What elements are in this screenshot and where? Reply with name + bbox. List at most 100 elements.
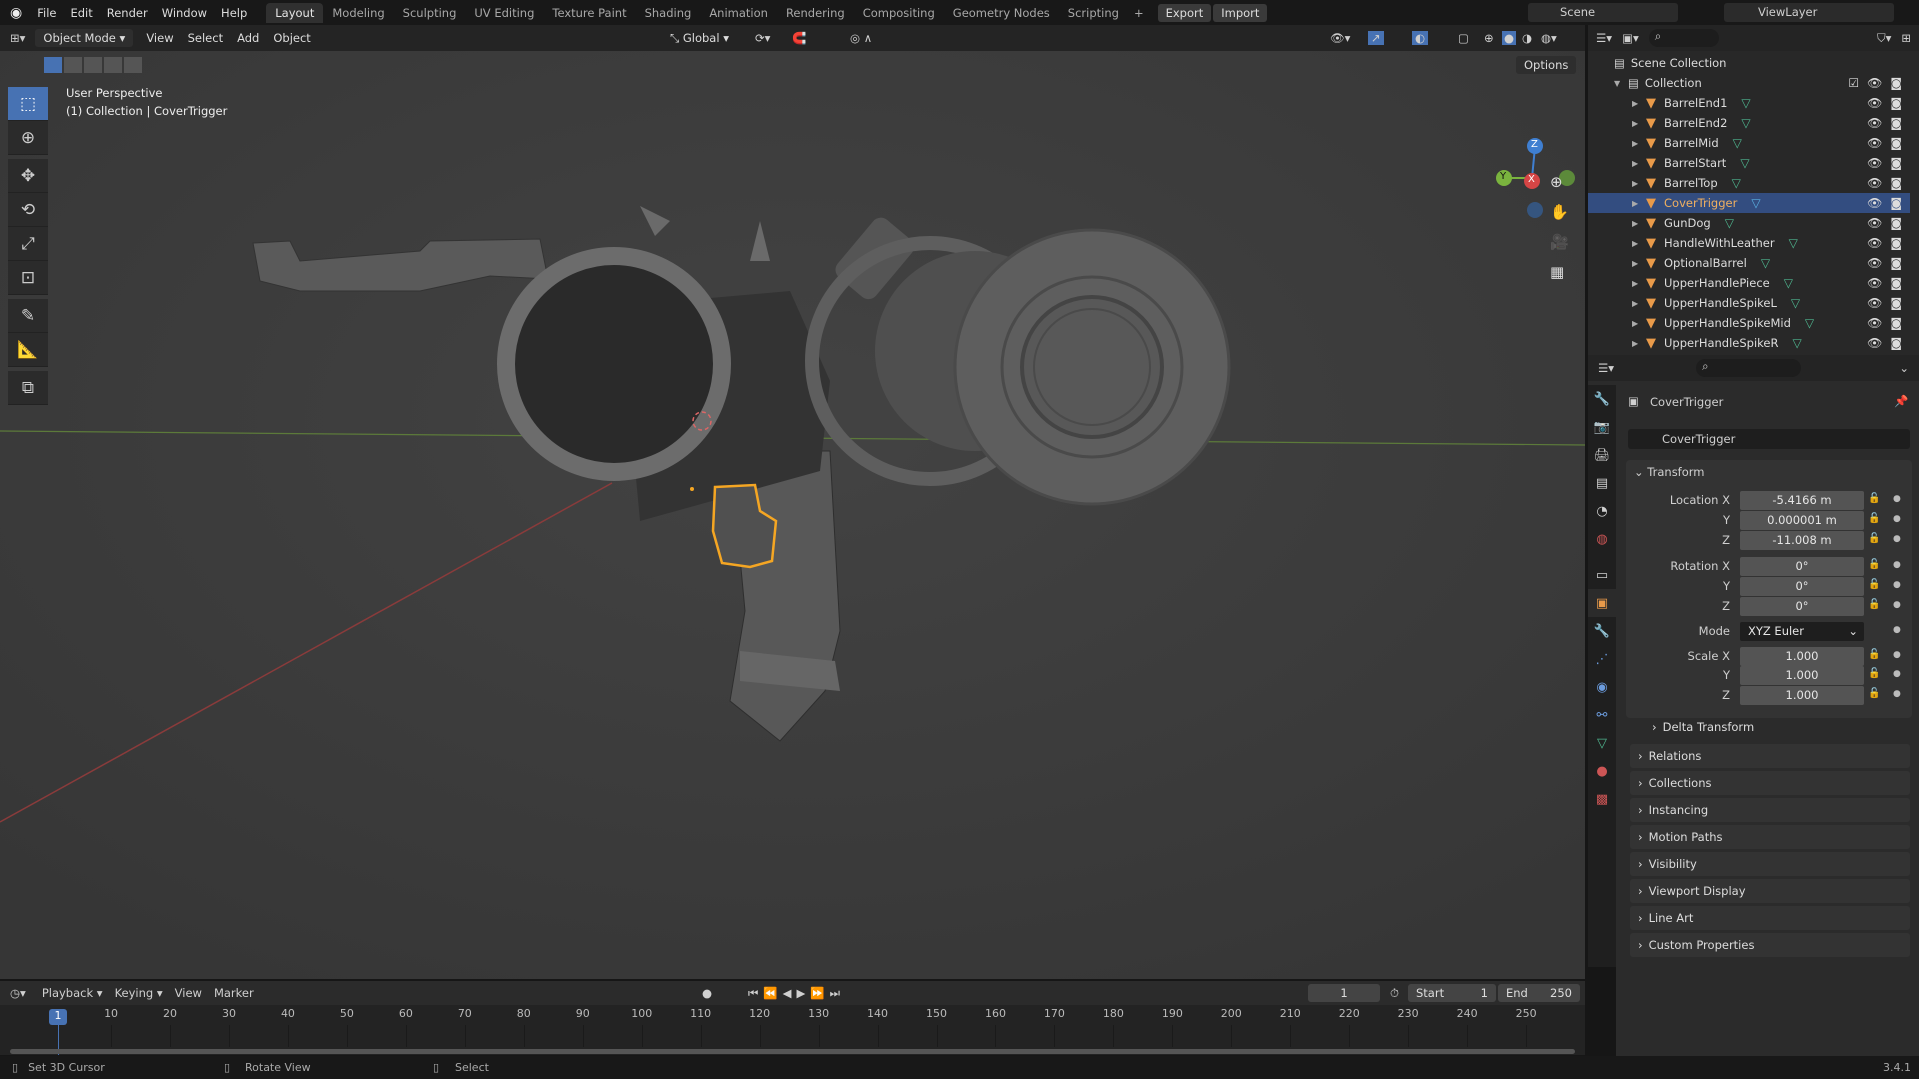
value-field[interactable]: 0° — [1740, 557, 1864, 576]
camera-icon[interactable]: ◙ — [1890, 176, 1902, 190]
mode-selector[interactable]: Object Mode ▾ — [35, 29, 134, 47]
panel-delta-transform[interactable]: › Delta Transform — [1644, 715, 1919, 739]
new-collection-icon[interactable]: ⊞ — [1901, 31, 1911, 45]
camera-icon[interactable]: ◙ — [1890, 156, 1902, 170]
eye-icon[interactable]: 👁 — [1867, 76, 1882, 90]
expand-icon[interactable]: ▶ — [1632, 319, 1646, 328]
menu-select[interactable]: Select — [181, 31, 230, 45]
select-invert-icon[interactable] — [104, 57, 122, 73]
constraints-tab-icon[interactable]: ⚯ — [1588, 701, 1616, 729]
menu-view[interactable]: View — [139, 31, 180, 45]
lock-icon[interactable]: 🔓 — [1868, 579, 1880, 590]
keyframe-dot-icon[interactable]: ● — [1893, 625, 1901, 635]
blender-logo-icon[interactable]: ◉ — [0, 5, 30, 21]
workspace-tab-animation[interactable]: Animation — [700, 3, 777, 23]
menu-keying[interactable]: Keying ▾ — [109, 986, 169, 1000]
editor-type-icon[interactable]: ◷▾ — [0, 986, 36, 1000]
proportional-edit-icon[interactable]: ◎ ∧ — [850, 31, 872, 45]
value-field[interactable]: 0° — [1740, 597, 1864, 616]
object-tab-icon[interactable]: ▣ — [1588, 589, 1616, 617]
pan-hand-icon[interactable]: ✋ — [1550, 203, 1569, 221]
gizmo-toggle-icon[interactable]: ↗ — [1368, 31, 1384, 45]
value-field[interactable]: 0.000001 m — [1740, 511, 1864, 530]
mesh-data-icon[interactable]: ▽ — [1741, 116, 1750, 130]
select-subtract-icon[interactable] — [84, 57, 102, 73]
menu-object[interactable]: Object — [266, 31, 317, 45]
expand-icon[interactable]: ▶ — [1632, 279, 1646, 288]
camera-view-icon[interactable]: 🎥 — [1550, 233, 1569, 251]
panel-custom-properties[interactable]: › Custom Properties — [1630, 933, 1910, 957]
outliner-item[interactable]: ▶ ▼ UpperHandleSpikeL ▽ 👁 ◙ — [1588, 293, 1910, 313]
mesh-data-icon[interactable]: ▽ — [1732, 176, 1741, 190]
camera-icon[interactable]: ◙ — [1890, 196, 1902, 210]
eye-icon[interactable]: 👁 — [1867, 316, 1882, 330]
panel-collections[interactable]: › Collections — [1630, 771, 1910, 795]
outliner-item[interactable]: ▶ ▼ OptionalBarrel ▽ 👁 ◙ — [1588, 253, 1910, 273]
particles-tab-icon[interactable]: ⋰ — [1588, 645, 1616, 673]
expand-icon[interactable]: ▶ — [1632, 219, 1646, 228]
mesh-data-icon[interactable]: ▽ — [1741, 96, 1750, 110]
camera-icon[interactable]: ◙ — [1890, 276, 1902, 290]
eye-icon[interactable]: 👁 — [1867, 296, 1882, 310]
transform-tool-icon[interactable]: ⊡ — [8, 261, 48, 295]
xray-icon[interactable]: ▢ — [1458, 31, 1469, 45]
physics-tab-icon[interactable]: ◉ — [1588, 673, 1616, 701]
material-tab-icon[interactable]: ● — [1588, 757, 1616, 785]
camera-icon[interactable]: ◙ — [1890, 336, 1902, 350]
shading-wireframe-icon[interactable]: ⊕ — [1484, 31, 1494, 45]
eye-icon[interactable]: 👁 — [1867, 176, 1882, 190]
lock-icon[interactable]: 🔓 — [1868, 688, 1880, 699]
pin-icon[interactable]: 📌 — [1894, 394, 1908, 408]
menu-file[interactable]: File — [30, 6, 63, 20]
select-box-tool-icon[interactable]: ⬚ — [8, 87, 48, 121]
lock-icon[interactable]: 🔓 — [1868, 559, 1880, 570]
object-name-field[interactable]: CoverTrigger — [1628, 429, 1910, 449]
value-field[interactable]: 1.000 — [1740, 647, 1864, 666]
camera-icon[interactable]: ◙ — [1890, 136, 1902, 150]
mesh-data-icon[interactable]: ▽ — [1784, 276, 1793, 290]
expand-icon[interactable]: ▶ — [1632, 119, 1646, 128]
frame-indicator[interactable]: 1 — [49, 1009, 67, 1025]
panel-motion-paths[interactable]: › Motion Paths — [1630, 825, 1910, 849]
move-tool-icon[interactable]: ✥ — [8, 159, 48, 193]
keyframe-dot-icon[interactable]: ● — [1893, 514, 1901, 524]
display-mode-icon[interactable]: ▣▾ — [1622, 31, 1639, 45]
mesh-data-icon[interactable]: ▽ — [1791, 296, 1800, 310]
mesh-data-icon[interactable]: ▽ — [1725, 216, 1734, 230]
collection-tab-icon[interactable]: ▭ — [1588, 561, 1616, 589]
select-intersect-icon[interactable] — [124, 57, 142, 73]
workspace-tab-compositing[interactable]: Compositing — [854, 3, 944, 23]
pivot-icon[interactable]: ⟳▾ — [755, 31, 770, 45]
eye-icon[interactable]: 👁 — [1867, 196, 1882, 210]
outliner-item[interactable]: ▶ ▼ HandleWithLeather ▽ 👁 ◙ — [1588, 233, 1910, 253]
eye-icon[interactable]: 👁 — [1867, 156, 1882, 170]
keyframe-dot-icon[interactable]: ● — [1893, 580, 1901, 590]
lock-icon[interactable]: 🔓 — [1868, 513, 1880, 524]
output-tab-icon[interactable]: 🖨 — [1588, 441, 1616, 469]
eye-icon[interactable]: 👁 — [1867, 96, 1882, 110]
camera-icon[interactable]: ◙ — [1890, 76, 1902, 90]
properties-search-input[interactable]: ⌕ — [1696, 359, 1802, 377]
keyframe-dot-icon[interactable]: ● — [1893, 650, 1901, 660]
shading-material-icon[interactable]: ◑ — [1522, 31, 1532, 45]
editor-type-icon[interactable]: ☰▾ — [1598, 361, 1614, 375]
3d-viewport[interactable]: Z Y X ⊕ ✋ 🎥 ▦ Options User Perspective (… — [0, 51, 1585, 979]
filter-icon[interactable]: ⛉▾ — [1877, 31, 1891, 46]
scene-selector[interactable]: Scene — [1528, 3, 1678, 22]
perspective-grid-icon[interactable]: ▦ — [1550, 263, 1569, 281]
export-button[interactable]: Export — [1157, 3, 1212, 22]
mesh-data-icon[interactable]: ▽ — [1740, 156, 1749, 170]
camera-icon[interactable]: ◙ — [1890, 216, 1902, 230]
menu-add[interactable]: Add — [230, 31, 266, 45]
select-new-icon[interactable] — [44, 57, 62, 73]
zoom-icon[interactable]: ⊕ — [1550, 173, 1569, 191]
menu-edit[interactable]: Edit — [63, 6, 99, 20]
menu-help[interactable]: Help — [214, 6, 254, 20]
outliner-item[interactable]: ▶ ▼ CoverTrigger ▽ 👁 ◙ — [1588, 193, 1910, 213]
keyframe-dot-icon[interactable]: ● — [1893, 689, 1901, 699]
view-layer-selector[interactable]: ViewLayer — [1724, 3, 1894, 22]
gizmo-z-label[interactable]: Z — [1531, 139, 1538, 150]
workspace-tab-rendering[interactable]: Rendering — [777, 3, 854, 23]
outliner-item[interactable]: ▶ ▼ BarrelEnd2 ▽ 👁 ◙ — [1588, 113, 1910, 133]
menu-playback[interactable]: Playback ▾ — [36, 986, 109, 1000]
